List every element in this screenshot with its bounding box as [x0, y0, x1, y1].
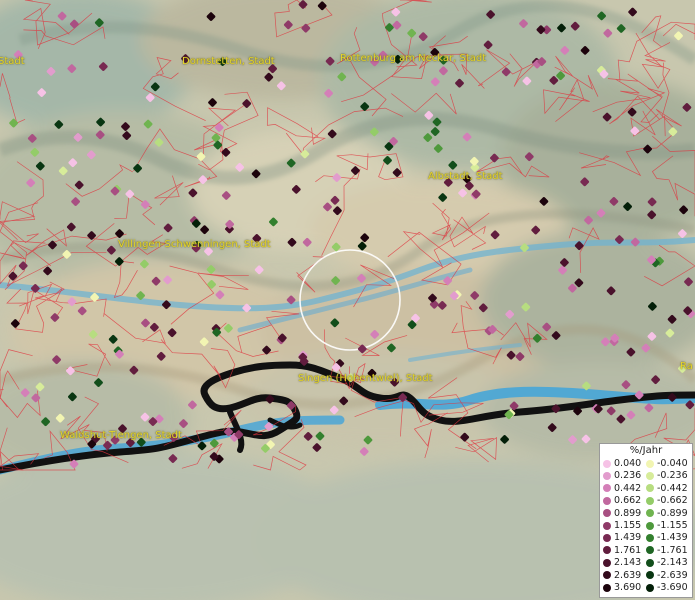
place-label: Rottenburg am Neckar, Stadt — [340, 53, 487, 64]
legend-row: 0.662 -0.662 — [600, 495, 694, 507]
legend-value-negative: -3.690 — [657, 582, 688, 593]
legend-row: 2.639 -2.639 — [600, 570, 694, 582]
legend-value-positive: 2.143 — [614, 557, 642, 569]
legend-swatch-positive — [603, 484, 611, 493]
terrain-shading — [0, 0, 695, 600]
legend-row: 1.761 -1.761 — [600, 545, 694, 557]
place-label: Waldshut-Tiengen, Stadt — [60, 430, 182, 441]
legend-swatch-positive — [603, 546, 611, 555]
place-label: Stadt — [0, 56, 25, 67]
legend-value-negative: -2.143 — [657, 557, 688, 569]
legend-swatch-negative — [646, 484, 654, 493]
legend-row: 0.236 -0.236 — [600, 470, 694, 482]
place-label: Albstadt, Stadt — [428, 171, 503, 182]
legend-value-negative: -1.155 — [657, 520, 688, 531]
legend-swatch-negative — [646, 533, 654, 542]
map-legend: %/Jahr 0.040 -0.040 0.236 -0.236 0.442 -0.442… — [599, 443, 693, 598]
legend-swatch-positive — [603, 471, 611, 480]
legend-value-positive: 1.155 — [614, 520, 642, 531]
legend-row: 0.040 -0.040 — [600, 458, 694, 470]
legend-value-negative: -0.899 — [657, 507, 688, 519]
legend-swatch-positive — [603, 459, 611, 468]
legend-swatch-negative — [646, 558, 654, 567]
legend-swatch-negative — [646, 546, 654, 555]
legend-value-negative: -0.662 — [657, 495, 688, 507]
legend-value-positive: 0.040 — [614, 458, 642, 469]
legend-value-positive: 3.690 — [614, 582, 642, 593]
legend-swatch-negative — [646, 496, 654, 505]
legend-value-negative: -0.236 — [657, 470, 688, 482]
legend-row: 1.439 -1.439 — [600, 532, 694, 544]
legend-swatch-positive — [603, 571, 611, 580]
legend-value-negative: -1.439 — [657, 532, 688, 544]
legend-row: 0.899 -0.899 — [600, 508, 694, 520]
legend-row: 3.690 -3.690 — [600, 582, 694, 594]
legend-swatch-positive — [603, 509, 611, 518]
legend-row: 0.442 -0.442 — [600, 483, 694, 495]
legend-value-negative: -0.040 — [657, 458, 688, 469]
legend-value-negative: -0.442 — [657, 482, 688, 494]
legend-value-negative: -1.761 — [657, 544, 688, 556]
map-canvas[interactable] — [0, 0, 695, 600]
legend-swatch-negative — [646, 471, 654, 480]
legend-value-positive: 0.442 — [614, 482, 642, 494]
legend-swatch-positive — [603, 521, 611, 530]
legend-swatch-positive — [603, 558, 611, 567]
legend-value-positive: 1.439 — [614, 532, 642, 544]
legend-value-positive: 2.639 — [614, 569, 642, 581]
legend-value-negative: -2.639 — [657, 569, 688, 581]
legend-swatch-positive — [603, 533, 611, 542]
place-label: Dornstetten, Stadt — [182, 56, 275, 67]
legend-title: %/Jahr — [629, 445, 663, 456]
legend-swatch-negative — [646, 571, 654, 580]
legend-swatch-negative — [646, 509, 654, 518]
legend-value-positive: 1.761 — [614, 544, 642, 556]
legend-swatch-positive — [603, 583, 611, 592]
place-label: Ra — [680, 361, 693, 372]
legend-value-positive: 0.236 — [614, 470, 642, 482]
place-label: Singen (Hohentwiel), Stadt — [298, 373, 433, 384]
legend-swatch-negative — [646, 583, 654, 592]
legend-value-positive: 0.899 — [614, 507, 642, 519]
legend-row: 2.143 -2.143 — [600, 557, 694, 569]
legend-value-positive: 0.662 — [614, 495, 642, 507]
place-label: Villingen-Schwenningen, Stadt — [118, 239, 271, 250]
legend-swatch-negative — [646, 521, 654, 530]
legend-swatch-positive — [603, 496, 611, 505]
legend-swatch-negative — [646, 459, 654, 468]
legend-row: 1.155 -1.155 — [600, 520, 694, 532]
